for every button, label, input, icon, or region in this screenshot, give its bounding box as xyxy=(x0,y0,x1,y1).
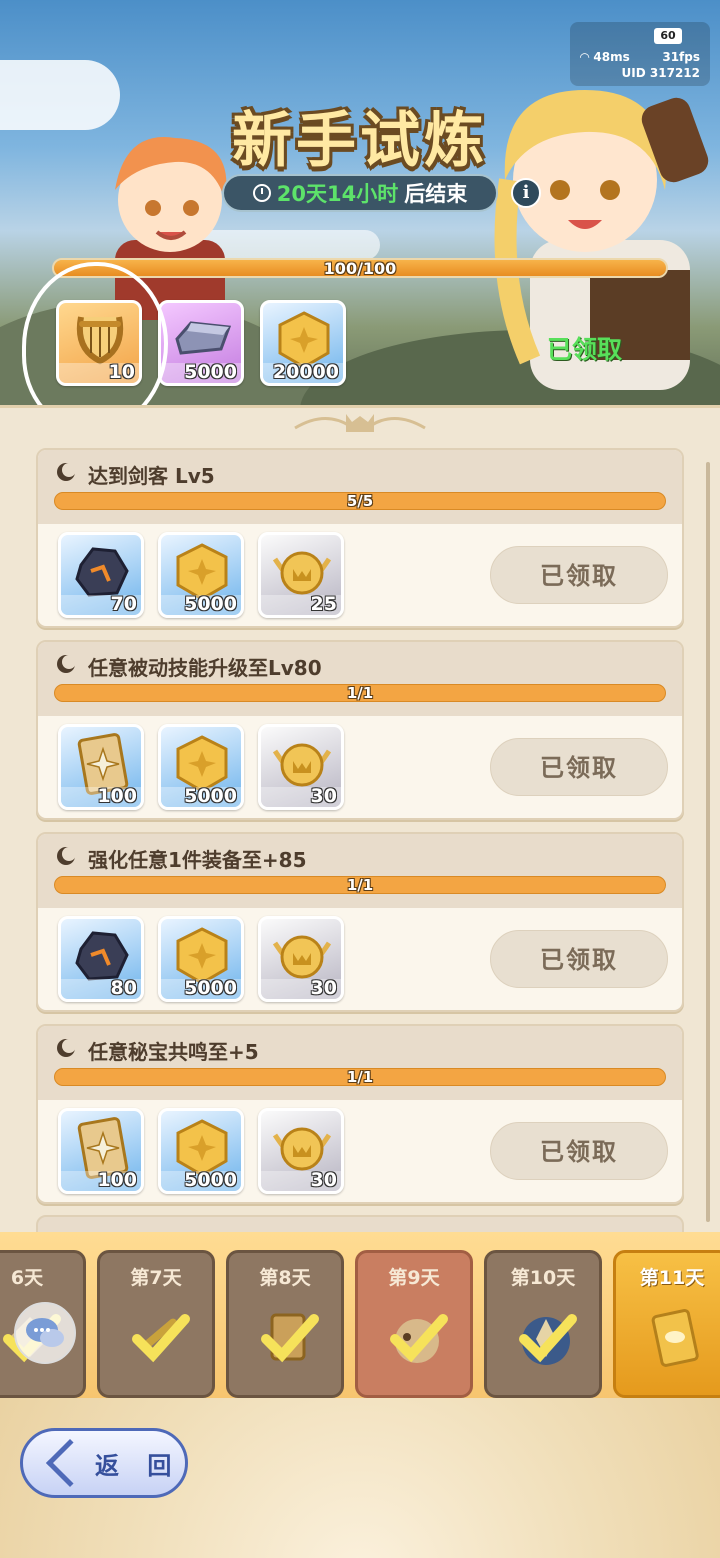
milestone-claimed-label: 已领取 xyxy=(547,335,623,364)
task-card: 强化任意1件装备至+85 1/1 80 5000 30 已领取 xyxy=(36,832,684,1012)
task-progress-text: 1/1 xyxy=(346,1068,374,1086)
day-label: 6天 xyxy=(10,1267,44,1289)
reward-count: 5000 xyxy=(184,1169,237,1191)
task-name: 达到剑客 Lv5 xyxy=(88,464,215,488)
moon-quest-icon xyxy=(57,1039,76,1057)
day-label: 第8天 xyxy=(259,1267,311,1289)
day-tab[interactable]: 第8天 xyxy=(226,1250,344,1398)
day-reward-icon xyxy=(261,1313,319,1363)
day-tab[interactable]: 第10天 xyxy=(484,1250,602,1398)
day-reward-icon xyxy=(651,1309,699,1367)
claim-button[interactable]: 已领取 xyxy=(490,930,668,988)
task-card: 达到剑客 Lv5 5/5 70 5000 25 已领取 xyxy=(36,448,684,628)
task-progress-text: 5/5 xyxy=(346,492,374,510)
reward-count: 80 xyxy=(110,977,137,999)
reward-item[interactable]: 30 xyxy=(258,916,344,1002)
info-button[interactable]: i xyxy=(511,178,541,208)
fps-readout: 31fps xyxy=(662,50,700,64)
countdown-time: 20天14小时 xyxy=(276,182,399,206)
task-progress-text: 1/1 xyxy=(346,876,374,894)
day-reward-icon xyxy=(390,1314,448,1363)
task-list-scrollbar[interactable] xyxy=(706,462,710,1222)
day-tab[interactable]: 第7天 xyxy=(97,1250,215,1398)
reward-item[interactable]: 5000 xyxy=(158,916,244,1002)
reward-count: 25 xyxy=(310,593,337,615)
day-label: 第7天 xyxy=(130,1267,182,1289)
claim-button[interactable]: 已领取 xyxy=(490,738,668,796)
countdown-timer: 20天14小时 后结束 xyxy=(222,174,498,212)
reward-item-ingot[interactable]: 5000 xyxy=(158,300,244,386)
task-progress-text: 1/1 xyxy=(346,684,374,702)
moon-quest-icon xyxy=(57,847,76,865)
reward-item[interactable]: 5000 xyxy=(158,532,244,618)
back-button-label: 返 回 xyxy=(95,1451,182,1480)
task-card: 任意秘宝共鸣至+5 1/1 100 5000 30 已领取 xyxy=(36,1024,684,1204)
task-progress-bar: 1/1 xyxy=(54,684,666,702)
reward-item[interactable]: 30 xyxy=(258,724,344,810)
reward-count: 30 xyxy=(310,977,337,999)
task-rewards: 70 5000 25 xyxy=(58,532,344,618)
task-name: 任意被动技能升级至Lv80 xyxy=(88,656,322,680)
day-tab[interactable]: 第9天 xyxy=(355,1250,473,1398)
task-name: 任意秘宝共鸣至+5 xyxy=(88,1040,259,1064)
day-reward-icon xyxy=(132,1314,190,1363)
back-arrow-icon xyxy=(45,1438,95,1488)
fps-badge: 60 xyxy=(654,28,682,44)
task-progress-bar: 1/1 xyxy=(54,876,666,894)
task-rewards: 100 5000 30 xyxy=(58,1108,344,1194)
uid-readout: UID 317212 xyxy=(621,66,700,80)
task-rewards: 80 5000 30 xyxy=(58,916,344,1002)
ping-readout: ◠ 48ms xyxy=(580,50,630,64)
reward-item[interactable]: 70 xyxy=(58,532,144,618)
task-rewards: 100 5000 30 xyxy=(58,724,344,810)
countdown-suffix: 后结束 xyxy=(404,182,468,206)
reward-count: 100 xyxy=(97,785,137,807)
claim-button[interactable]: 已领取 xyxy=(490,546,668,604)
day-tab[interactable]: 第11天 xyxy=(613,1250,720,1398)
reward-count: 100 xyxy=(97,1169,137,1191)
reward-count: 5000 xyxy=(184,593,237,615)
reward-item[interactable]: 30 xyxy=(258,1108,344,1194)
moon-quest-icon xyxy=(57,463,76,481)
back-button[interactable]: 返 回 xyxy=(20,1428,188,1498)
reward-item[interactable]: 5000 xyxy=(158,1108,244,1194)
reward-item[interactable]: 100 xyxy=(58,1108,144,1194)
task-name: 强化任意1件装备至+85 xyxy=(88,848,307,872)
reward-item-gold-coin[interactable]: 20000 xyxy=(260,300,346,386)
event-title: 新手试炼 xyxy=(232,106,488,176)
chat-bubble-icon xyxy=(26,1318,64,1347)
day-reward-icon xyxy=(519,1314,577,1365)
chat-button[interactable] xyxy=(14,1302,76,1364)
overall-progress-bar: 100/100 xyxy=(52,258,668,278)
clock-icon xyxy=(252,184,271,202)
wifi-icon: ◠ xyxy=(580,50,594,64)
panel-ornament-icon xyxy=(294,414,426,432)
reward-item[interactable]: 80 xyxy=(58,916,144,1002)
day-label: 第10天 xyxy=(510,1267,576,1289)
task-card: 任意被动技能升级至Lv80 1/1 100 5000 30 已领取 xyxy=(36,640,684,820)
task-progress-bar: 5/5 xyxy=(54,492,666,510)
reward-count: 5000 xyxy=(184,361,237,383)
day-label: 第9天 xyxy=(388,1267,440,1289)
reward-count: 20000 xyxy=(272,361,339,383)
task-progress-bar: 1/1 xyxy=(54,1068,666,1086)
reward-count: 30 xyxy=(310,785,337,807)
day-label: 第11天 xyxy=(639,1267,705,1289)
reward-item[interactable]: 100 xyxy=(58,724,144,810)
moon-quest-icon xyxy=(57,655,76,673)
reward-count: 70 xyxy=(110,593,137,615)
overall-progress-text: 100/100 xyxy=(323,259,397,278)
reward-count: 30 xyxy=(310,1169,337,1191)
reward-count: 5000 xyxy=(184,977,237,999)
claim-button[interactable]: 已领取 xyxy=(490,1122,668,1180)
performance-overlay: 60 ◠ 48ms 31fps UID 317212 xyxy=(570,22,710,86)
reward-item[interactable]: 5000 xyxy=(158,724,244,810)
reward-count: 5000 xyxy=(184,785,237,807)
reward-item[interactable]: 25 xyxy=(258,532,344,618)
